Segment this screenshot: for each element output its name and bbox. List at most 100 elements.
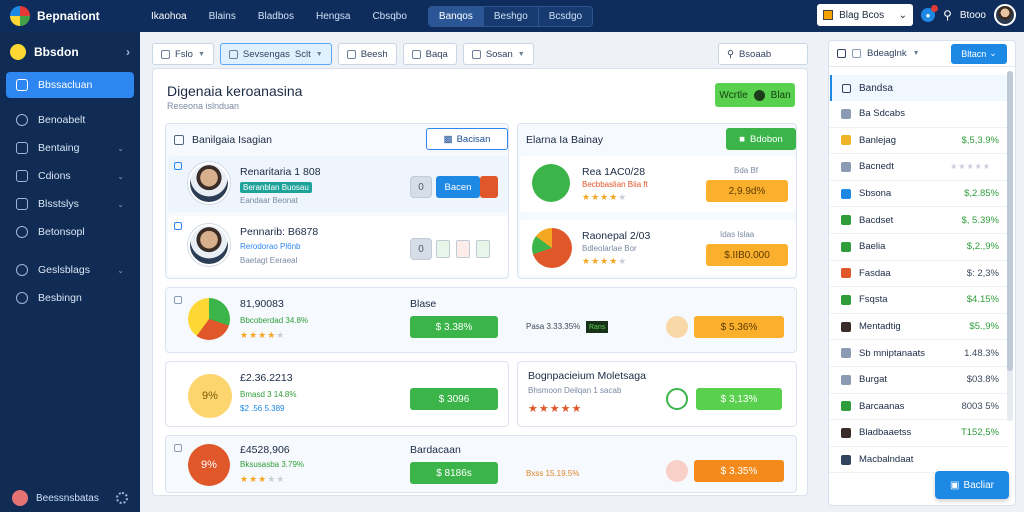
sidebar-item-label: Cdions: [38, 170, 71, 182]
left-card-header: Banilgaia Isagian: [174, 134, 272, 146]
status-ring[interactable]: [666, 388, 688, 410]
sidebar-item-help[interactable]: Besbingn: [6, 284, 134, 312]
segment-tab[interactable]: Beshgo: [483, 6, 539, 26]
search-icon[interactable]: ⚲: [943, 8, 952, 22]
row-menu-button[interactable]: [480, 176, 498, 198]
sidebar-item-settings[interactable]: Geslsblags ⌄: [6, 256, 134, 284]
topnav-item[interactable]: Hengsa: [307, 7, 359, 26]
feature-card[interactable]: Bognpacieium Moletsaga Bhsmoon Deilqan 1…: [517, 361, 797, 427]
right-panel-item[interactable]: Fasdaa $: 2,3%: [829, 261, 1009, 288]
sidebar-item-users[interactable]: Benoabelt: [6, 106, 134, 134]
value-pill[interactable]: $ 3096: [410, 388, 498, 410]
row-title: Renaritaria 1 808: [240, 166, 321, 178]
value-pill[interactable]: $ 3.35%: [694, 460, 784, 482]
savings-short-label: Sclt: [294, 48, 311, 60]
boards-label: Beesh: [360, 48, 388, 60]
item-label: Bacdset: [859, 214, 894, 226]
value-pill[interactable]: $.IIB0.000: [706, 244, 788, 266]
checkbox-icon[interactable]: [174, 162, 182, 170]
sidebar-item-folder[interactable]: Cdions ⌄: [6, 162, 134, 190]
right-panel-item[interactable]: Bladbaaetss T152,5%: [829, 420, 1009, 447]
sidebar-item-chart[interactable]: Betonsopl: [6, 218, 134, 246]
sort-dropdown[interactable]: Sosan ▼: [462, 43, 534, 65]
checkbox-icon[interactable]: [174, 444, 182, 452]
topnav-item[interactable]: Blains: [200, 7, 245, 26]
topnav-item[interactable]: Ikaohoa: [142, 7, 196, 26]
summary-row[interactable]: Raonepal 2/03 Bdleolarlae Bor ★★★★★ Idas…: [520, 220, 796, 276]
sidebar-item-home[interactable]: Bbssacluan: [6, 72, 134, 98]
primary-action-button[interactable]: Wcrtle Blan: [715, 83, 795, 107]
donut-chart: 9%: [188, 444, 230, 486]
floating-action-button[interactable]: ▣ Bacliar: [935, 471, 1009, 499]
notification-dot: [931, 5, 939, 12]
value-pill[interactable]: 2,9.9d%: [706, 180, 788, 202]
user-avatar[interactable]: [994, 4, 1016, 26]
workspace-select[interactable]: Blag Bcos ⌄: [817, 4, 914, 26]
right-card-action[interactable]: ■ Bdobon: [726, 128, 796, 150]
toggle-button[interactable]: 0: [410, 238, 432, 260]
checkbox-icon[interactable]: [174, 222, 182, 230]
checkbox-icon[interactable]: [174, 296, 182, 304]
value-pill[interactable]: $ 5.36%: [694, 316, 784, 338]
charts-button[interactable]: Baqa: [402, 43, 457, 65]
value-pill[interactable]: $ 8186s: [410, 462, 498, 484]
right-panel-item[interactable]: Bacdset $, 5.39%: [829, 207, 1009, 234]
chart-icon[interactable]: [476, 240, 490, 258]
calendar-icon[interactable]: [456, 240, 470, 258]
home-icon: [16, 79, 28, 91]
right-panel-item[interactable]: Baelia $,2.,9%: [829, 234, 1009, 261]
filter-dropdown[interactable]: Fslo ▼: [152, 43, 214, 65]
sidebar-footer[interactable]: Beessnsbatas: [0, 490, 140, 506]
sidebar-header[interactable]: Bbsdon ›: [0, 32, 140, 72]
right-panel-item[interactable]: Ba Sdcabs: [829, 101, 1009, 128]
document-icon[interactable]: [436, 240, 450, 258]
sidebar-item-calendar[interactable]: Blsstslys ⌄: [6, 190, 134, 218]
chevron-down-icon[interactable]: ▼: [913, 50, 920, 57]
list-row[interactable]: 9% £4528,906 Bksusasba 3.79% ★★★★★ Barda…: [165, 435, 797, 493]
person-row[interactable]: Pennarib: B6878 Rerodorao Pl6nb Baetagt …: [168, 216, 508, 276]
brand[interactable]: Bepnationt: [0, 6, 140, 26]
status-ring[interactable]: [666, 316, 688, 338]
summary-row[interactable]: Rea 1AC0/28 Becbbaslian Biia ft ★★★★★ Bd…: [520, 156, 796, 212]
segment-tab[interactable]: Bcsdgo: [538, 6, 593, 26]
left-card-action[interactable]: ▩ Bacisan: [426, 128, 508, 150]
savings-view-button[interactable]: Sevsengas Sclt ▼: [219, 43, 332, 65]
value-pill[interactable]: $ 3.38%: [410, 316, 498, 338]
list-row[interactable]: 81,90083 Bbcoberdad 34.8% ★★★★★ Blase $ …: [165, 287, 797, 353]
segment-tab[interactable]: Banqos: [428, 6, 484, 26]
right-panel-item[interactable]: Barcaanas 8003 5%: [829, 394, 1009, 421]
right-panel-item[interactable]: Bacnedt ★★★★★: [829, 154, 1009, 181]
notification-bell-icon[interactable]: ●: [921, 5, 939, 22]
boards-button[interactable]: Beesh: [337, 43, 397, 65]
right-panel-item[interactable]: Sb mniptanaats 1.48.3%: [829, 340, 1009, 367]
topnav-item[interactable]: Cbsqbo: [363, 7, 415, 26]
gear-icon[interactable]: [116, 492, 128, 504]
right-panel-item[interactable]: Banlejag $,5,3.9%: [829, 128, 1009, 155]
scrollbar-thumb[interactable]: [1007, 71, 1013, 371]
savings-label: Sevsengas: [242, 48, 290, 60]
right-panel-item[interactable]: Sbsona $,2.85%: [829, 181, 1009, 208]
row-action-button[interactable]: Bacen: [436, 176, 480, 198]
right-panel-button[interactable]: Bltacn ⌄: [951, 43, 1007, 64]
inline-value: Bxss 15.19.5%: [526, 469, 580, 478]
user-name[interactable]: Btooo: [960, 10, 986, 21]
chevron-down-icon: ▼: [315, 50, 323, 58]
right-panel-item[interactable]: Macbalndaat: [829, 447, 1009, 474]
help-icon: [16, 292, 28, 304]
sidebar-item-layers[interactable]: Bentaing ⌄: [6, 134, 134, 162]
item-icon: [841, 401, 851, 412]
right-panel-item[interactable]: Burgat $03.8%: [829, 367, 1009, 394]
row-title: Raonepal 2/03: [582, 230, 651, 242]
list-row[interactable]: 9% £2.36.2213 Bmasd 3 14.8% $2 .56 5.389…: [165, 361, 509, 427]
item-value: 1.48.3%: [964, 347, 999, 359]
selected-list-item[interactable]: Bandsa: [830, 75, 1008, 101]
value-pill[interactable]: $ 3,13%: [696, 388, 782, 410]
right-panel-item[interactable]: Fsqsta $4.15%: [829, 287, 1009, 314]
toggle-button[interactable]: 0: [410, 176, 432, 198]
scrollbar[interactable]: [1007, 71, 1013, 421]
search-input[interactable]: ⚲ Bsoaab: [718, 43, 808, 65]
person-row[interactable]: Renaritaria 1 808 Beranblan Buosau Eanda…: [168, 156, 508, 212]
topnav-item[interactable]: Bladbos: [249, 7, 303, 26]
status-ring[interactable]: [666, 460, 688, 482]
right-panel-item[interactable]: Mentadtig $5.,9%: [829, 314, 1009, 341]
